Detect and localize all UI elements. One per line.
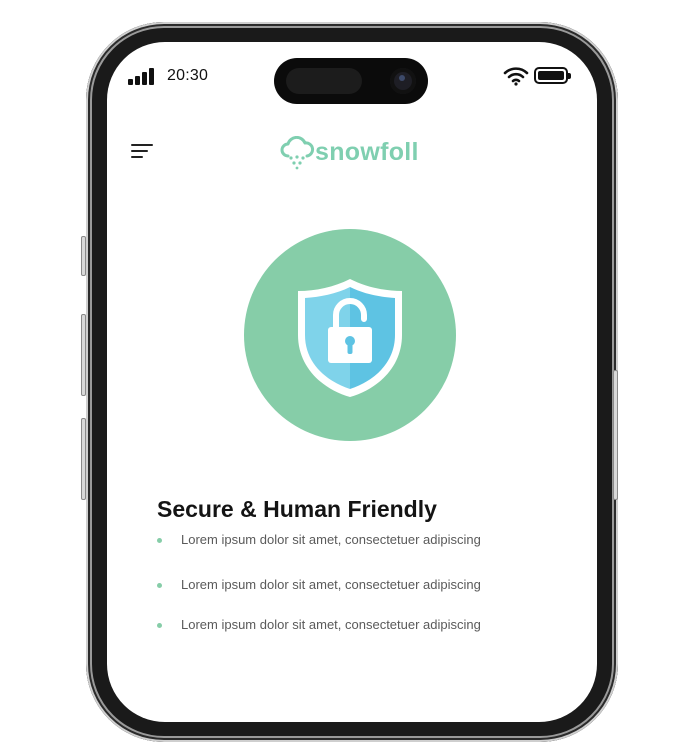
hero-circle [244,229,456,441]
volume-down-button [81,418,86,500]
dynamic-island [274,58,428,104]
bullet-dot-icon [157,538,162,543]
list-item-text: Lorem ipsum dolor sit amet, consectetuer… [181,577,481,592]
cloud-snow-icon [280,136,314,170]
bullet-dot-icon [157,623,162,628]
camera-icon [390,68,416,94]
status-time: 20:30 [167,67,209,84]
list-item: Lorem ipsum dolor sit amet, consectetuer… [155,577,481,597]
wifi-icon [503,67,529,86]
bullet-dot-icon [157,583,162,588]
list-item: Lorem ipsum dolor sit amet, consectetuer… [155,617,481,637]
volume-up-button [81,314,86,396]
feature-heading: Secure & Human Friendly [157,496,437,522]
phone-screen: 20:30 snowfoll Secure & Human Friendly L… [107,42,597,722]
signal-icon [128,67,160,85]
silent-switch [81,236,86,276]
list-item: Lorem ipsum dolor sit amet, consectetuer… [155,532,481,552]
brand-name: snowfoll [315,138,419,166]
island-pill [286,68,362,94]
list-item-text: Lorem ipsum dolor sit amet, consectetuer… [181,617,481,632]
battery-icon [534,67,571,84]
shield-lock-icon [298,279,402,397]
hamburger-menu-icon[interactable] [131,140,159,162]
list-item-text: Lorem ipsum dolor sit amet, consectetuer… [181,532,481,547]
power-button [613,370,618,500]
